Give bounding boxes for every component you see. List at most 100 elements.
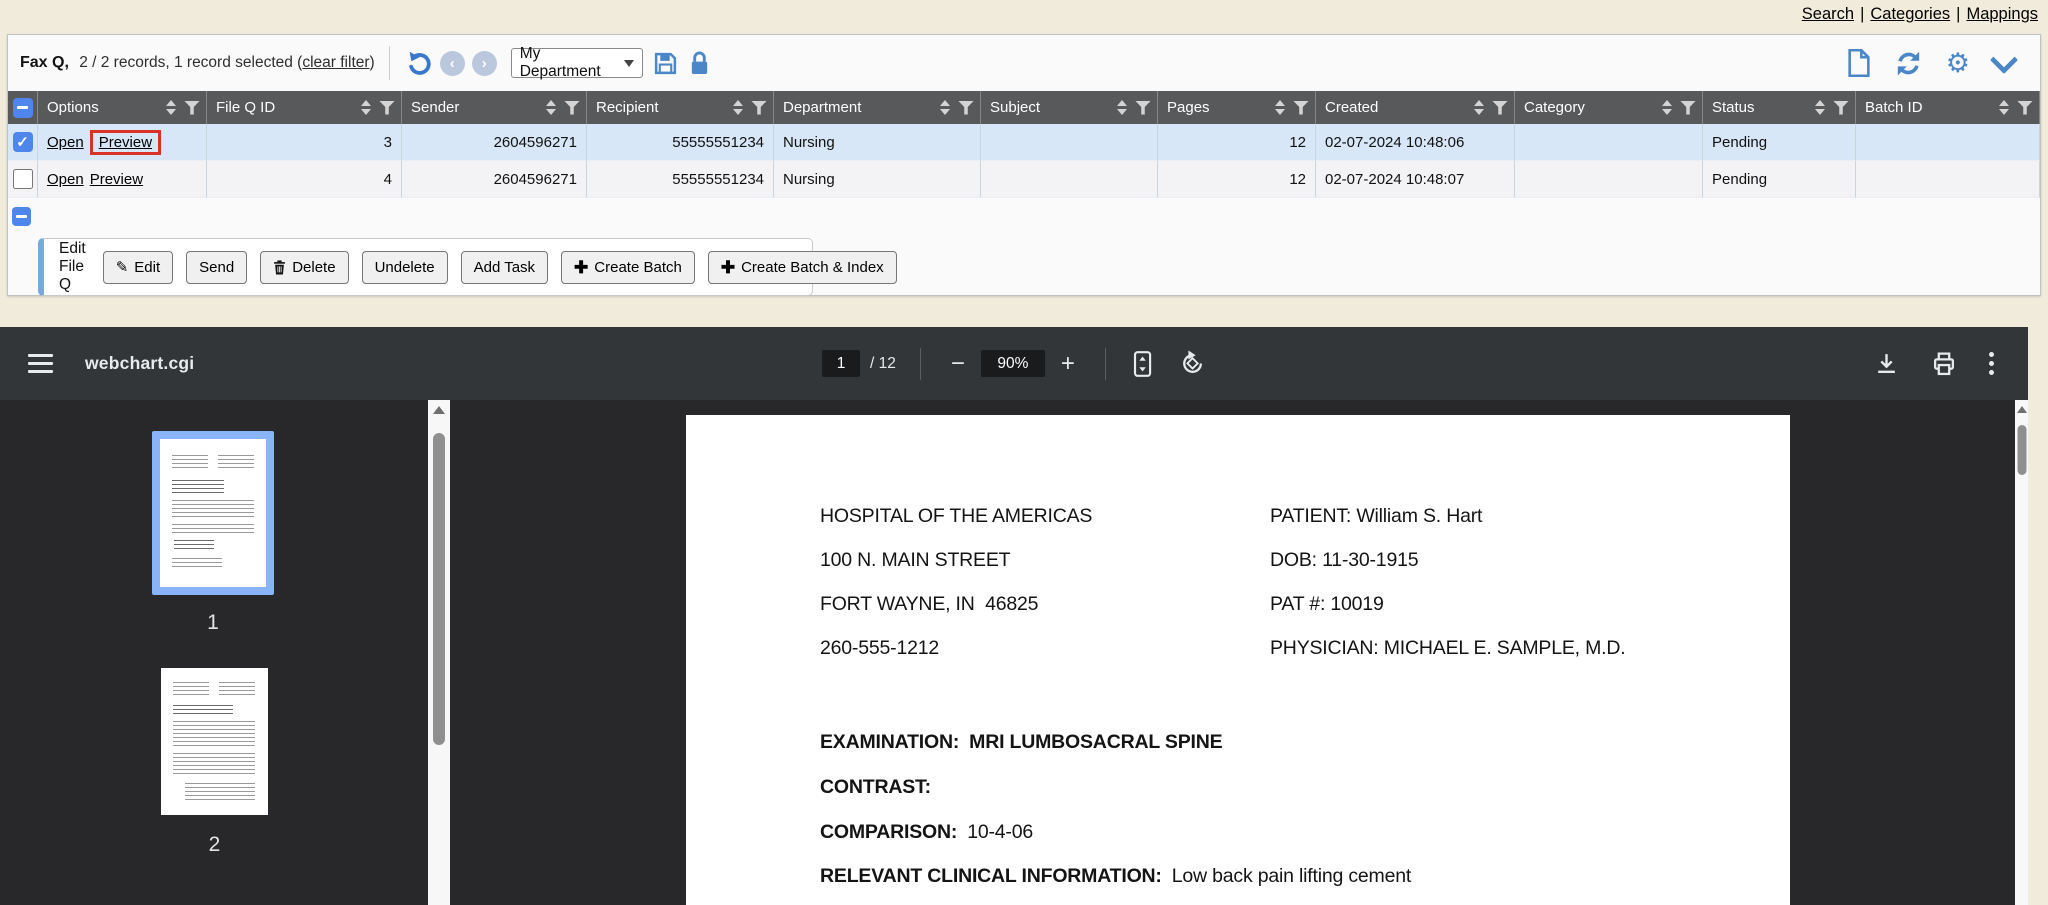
row-checkbox-unchecked[interactable] bbox=[13, 169, 33, 189]
column-header-category: Category bbox=[1515, 91, 1703, 124]
row-checkbox-checked[interactable]: ✓ bbox=[13, 132, 33, 152]
create-batch-index-button[interactable]: ✚ Create Batch & Index bbox=[708, 251, 897, 284]
open-link[interactable]: Open bbox=[47, 134, 84, 151]
clear-filter-link[interactable]: clear filter bbox=[302, 54, 369, 71]
refresh-icon[interactable] bbox=[1895, 50, 1922, 77]
pages-cell: 12 bbox=[1158, 124, 1316, 161]
create-batch-button[interactable]: ✚ Create Batch bbox=[561, 251, 695, 284]
nav-separator: | bbox=[1956, 5, 1960, 23]
sort-icon[interactable] bbox=[1815, 100, 1826, 115]
preview-link[interactable]: Preview bbox=[90, 171, 143, 188]
zoom-in-button[interactable]: + bbox=[1055, 352, 1081, 376]
page-number-input[interactable]: 1 bbox=[822, 350, 860, 377]
column-header-batch-id: Batch ID bbox=[1856, 91, 2040, 124]
zoom-out-button[interactable]: − bbox=[945, 352, 971, 376]
column-header-sender: Sender bbox=[402, 91, 587, 124]
thumbnail-page-image bbox=[161, 668, 268, 815]
send-button[interactable]: Send bbox=[186, 251, 247, 284]
filter-icon[interactable] bbox=[1492, 101, 1508, 115]
chevron-down-icon[interactable] bbox=[1990, 46, 2018, 74]
undelete-button[interactable]: Undelete bbox=[362, 251, 448, 284]
filter-icon[interactable] bbox=[1833, 101, 1849, 115]
category-cell bbox=[1515, 124, 1703, 161]
settings-gear-icon[interactable]: ⚙ bbox=[1946, 51, 1970, 75]
nav-separator: | bbox=[1860, 5, 1864, 23]
subject-cell bbox=[981, 161, 1158, 198]
filter-icon[interactable] bbox=[958, 101, 974, 115]
sort-icon[interactable] bbox=[546, 100, 557, 115]
add-task-button[interactable]: Add Task bbox=[461, 251, 548, 284]
print-icon[interactable] bbox=[1931, 351, 1957, 376]
department-select[interactable]: My Department bbox=[511, 48, 643, 78]
filter-icon[interactable] bbox=[184, 101, 200, 115]
fit-page-icon[interactable] bbox=[1130, 350, 1155, 378]
filter-icon[interactable] bbox=[751, 101, 767, 115]
fax-queue-toolbar: Fax Q, 2 / 2 records, 1 record selected … bbox=[8, 35, 2040, 91]
plus-icon: ✚ bbox=[721, 259, 735, 276]
thumbnail-scrollbar[interactable] bbox=[428, 400, 450, 905]
rotate-icon[interactable] bbox=[1179, 350, 1206, 377]
table-header-row: Options File Q ID Sender Recipient Depar… bbox=[8, 91, 2040, 124]
doc-patient-dob: DOB: 11-30-1915 bbox=[1270, 549, 1418, 572]
sort-icon[interactable] bbox=[940, 100, 951, 115]
pdf-toolbar: webchart.cgi 1 / 12 − 90% + bbox=[0, 327, 2028, 400]
delete-button[interactable]: Delete bbox=[260, 251, 348, 284]
scrollbar-thumb[interactable] bbox=[2017, 425, 2026, 475]
menu-icon[interactable] bbox=[28, 349, 53, 378]
actions-group-label: Edit File Q bbox=[59, 240, 86, 294]
document-scrollbar[interactable] bbox=[2015, 400, 2028, 905]
sort-icon[interactable] bbox=[1275, 100, 1286, 115]
status-cell: Pending bbox=[1703, 124, 1856, 161]
batch-id-cell bbox=[1856, 161, 2040, 198]
nav-link-search[interactable]: Search bbox=[1802, 5, 1854, 23]
collapse-minus-icon[interactable] bbox=[12, 207, 31, 226]
toolbar-divider bbox=[920, 348, 921, 380]
doc-examination-line: EXAMINATION:MRI LUMBOSACRAL SPINE bbox=[820, 731, 1222, 754]
new-document-icon[interactable] bbox=[1847, 49, 1871, 77]
filter-icon[interactable] bbox=[1680, 101, 1696, 115]
sender-cell: 2604596271 bbox=[402, 161, 587, 198]
filter-icon[interactable] bbox=[379, 101, 395, 115]
subject-cell bbox=[981, 124, 1158, 161]
download-icon[interactable] bbox=[1874, 351, 1899, 376]
doc-physician: PHYSICIAN: MICHAEL E. SAMPLE, M.D. bbox=[1270, 637, 1625, 660]
sort-icon[interactable] bbox=[361, 100, 372, 115]
table-row: ✓ Open Preview 3 2604596271 55555551234 … bbox=[8, 124, 2040, 161]
filter-icon[interactable] bbox=[1135, 101, 1151, 115]
back-icon[interactable]: ‹ bbox=[440, 51, 465, 76]
open-link[interactable]: Open bbox=[47, 171, 84, 188]
scroll-up-arrow[interactable] bbox=[2017, 406, 2027, 413]
forward-icon[interactable]: › bbox=[472, 51, 497, 76]
filter-icon[interactable] bbox=[1293, 101, 1309, 115]
sort-icon[interactable] bbox=[1662, 100, 1673, 115]
sort-icon[interactable] bbox=[1999, 100, 2010, 115]
category-cell bbox=[1515, 161, 1703, 198]
row-checkbox-cell: ✓ bbox=[8, 124, 38, 161]
sort-icon[interactable] bbox=[1474, 100, 1485, 115]
undo-icon[interactable] bbox=[406, 50, 433, 77]
sort-icon[interactable] bbox=[166, 100, 177, 115]
file-q-id-cell: 4 bbox=[207, 161, 402, 198]
nav-link-mappings[interactable]: Mappings bbox=[1966, 5, 2038, 23]
filter-icon[interactable] bbox=[2017, 101, 2033, 115]
options-cell: Open Preview bbox=[38, 124, 207, 161]
lock-icon[interactable] bbox=[688, 51, 711, 76]
column-header-status: Status bbox=[1703, 91, 1856, 124]
scrollbar-thumb[interactable] bbox=[433, 433, 445, 745]
save-icon[interactable] bbox=[653, 51, 678, 76]
batch-id-cell bbox=[1856, 124, 2040, 161]
sort-icon[interactable] bbox=[733, 100, 744, 115]
scroll-up-arrow[interactable] bbox=[433, 406, 445, 414]
document-page: HOSPITAL OF THE AMERICAS 100 N. MAIN STR… bbox=[686, 415, 1790, 905]
thumbnail-page-2[interactable]: 2 bbox=[161, 668, 268, 815]
column-header-file-q-id: File Q ID bbox=[207, 91, 402, 124]
select-all-checkbox[interactable] bbox=[13, 98, 33, 118]
preview-link[interactable]: Preview bbox=[99, 134, 152, 151]
thumbnail-page-1[interactable]: 1 bbox=[152, 431, 274, 595]
filter-icon[interactable] bbox=[564, 101, 580, 115]
edit-button[interactable]: ✎ Edit bbox=[103, 251, 173, 284]
sort-icon[interactable] bbox=[1117, 100, 1128, 115]
nav-link-categories[interactable]: Categories bbox=[1870, 5, 1950, 23]
more-menu-icon[interactable] bbox=[1989, 352, 1994, 375]
doc-comparison-line: COMPARISON:10-4-06 bbox=[820, 821, 1033, 844]
